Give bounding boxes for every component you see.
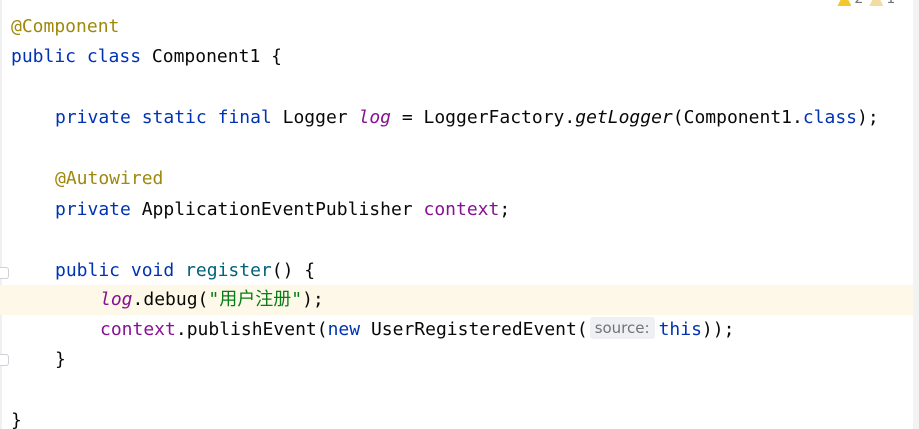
- inspection-widget[interactable]: 2 1 ⌃: [837, 0, 913, 7]
- context-field: context: [100, 319, 176, 340]
- code-line-6[interactable]: @Autowired: [0, 164, 913, 194]
- editor-scrollbar[interactable]: [913, 0, 919, 429]
- keyword-class-literal: class: [802, 107, 858, 128]
- method-params: () {: [271, 260, 316, 281]
- keyword-private: private: [55, 199, 131, 220]
- keyword-this: this: [658, 319, 702, 340]
- debug-call: .debug(: [132, 289, 209, 310]
- warnings-count: 2: [854, 0, 863, 7]
- method-close-brace: }: [55, 349, 66, 370]
- keyword-public: public: [11, 46, 77, 67]
- keyword-static: static: [141, 107, 207, 128]
- weak-warning-icon: [869, 0, 884, 6]
- log-field: log: [100, 289, 133, 310]
- statement-end: );: [302, 289, 324, 310]
- annotation-component: @Component: [11, 16, 120, 37]
- logger-arg: (Component1.: [672, 107, 803, 128]
- weak-warnings-count: 1: [886, 0, 895, 7]
- log-field: log: [358, 107, 391, 128]
- keyword-class: class: [86, 46, 142, 67]
- logger-type: Logger: [282, 107, 348, 128]
- class-close-brace: }: [11, 410, 22, 429]
- publisher-type: ApplicationEventPublisher: [141, 199, 413, 220]
- code-line-11[interactable]: context.publishEvent(new UserRegisteredE…: [0, 315, 913, 345]
- code-line-2[interactable]: public class Component1 {: [0, 42, 913, 72]
- keyword-public: public: [55, 260, 121, 281]
- keyword-final: final: [217, 107, 272, 128]
- keyword-private: private: [55, 107, 131, 128]
- code-line-12[interactable]: }: [0, 345, 913, 375]
- annotation-autowired: @Autowired: [55, 168, 164, 189]
- code-line-9[interactable]: public void register() {: [0, 256, 913, 286]
- context-field: context: [423, 199, 500, 220]
- code-line-10-current[interactable]: log.debug("用户注册");: [0, 285, 913, 315]
- code-line-1[interactable]: @Component: [0, 12, 913, 42]
- publish-event-call: .publishEvent(: [175, 319, 328, 340]
- weak-warnings-indicator[interactable]: 1: [869, 0, 895, 7]
- parameter-hint: source:: [589, 317, 655, 339]
- warning-icon: [837, 0, 852, 6]
- warnings-indicator[interactable]: 2: [837, 0, 863, 7]
- keyword-new: new: [327, 319, 361, 340]
- code-line-14[interactable]: }: [0, 406, 913, 429]
- code-line-7[interactable]: private ApplicationEventPublisher contex…: [0, 195, 913, 225]
- get-logger-method: getLogger: [575, 107, 673, 128]
- class-name: Component1 {: [151, 46, 282, 67]
- chevron-icon[interactable]: ⌃: [901, 0, 913, 7]
- code-line-4[interactable]: private static final Logger log = Logger…: [0, 103, 913, 133]
- statement-end: );: [857, 107, 879, 128]
- register-method: register: [185, 260, 272, 281]
- string-literal: "用户注册": [208, 289, 303, 310]
- statement-end: ));: [701, 319, 735, 340]
- event-type: UserRegisteredEvent(: [370, 319, 588, 340]
- statement-end: ;: [499, 199, 511, 220]
- assign-factory: = LoggerFactory.: [391, 107, 576, 128]
- keyword-void: void: [130, 260, 175, 281]
- code-editor[interactable]: 2 1 ⌃ @Component public class Component1…: [0, 0, 919, 429]
